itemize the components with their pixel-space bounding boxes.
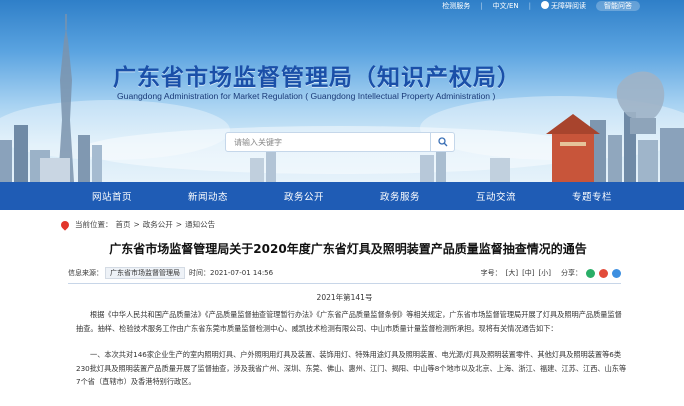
site-title: 广东省市场监督管理局（知识产权局） [113, 65, 521, 91]
breadcrumb-separator: > [175, 220, 183, 229]
top-link-language[interactable]: 中文/EN [493, 1, 519, 11]
article-paragraph-2: 一、本次共对146家企业生产的室内照明灯具、户外照明用灯具及装置、装饰用灯、特殊… [76, 350, 627, 386]
document-number: 2021年第141号 [316, 293, 373, 302]
topbar-separator: | [528, 1, 531, 10]
breadcrumb: 当前位置： 首页 > 政务公开 > 通知公告 [59, 218, 215, 231]
nav-item-news[interactable]: 新闻动态 [160, 189, 256, 203]
nav-item-services[interactable]: 政务服务 [352, 189, 448, 203]
source-value: 广东省市场监督管理局 [105, 267, 185, 279]
location-pin-icon [59, 218, 71, 231]
breadcrumb-home[interactable]: 首页 [116, 219, 131, 230]
breadcrumb-notices[interactable]: 通知公告 [185, 219, 215, 230]
nav-item-home[interactable]: 网站首页 [64, 189, 160, 203]
nav-item-gov-affairs[interactable]: 政务公开 [256, 189, 352, 203]
breadcrumb-label: 当前位置： [75, 220, 113, 229]
share-label: 分享： [561, 269, 582, 277]
nav-item-topics[interactable]: 专题专栏 [544, 189, 640, 203]
top-utility-bar: 检测服务 | 中文/EN | 无障碍阅读 智能问答 [0, 0, 684, 11]
nav-item-interaction[interactable]: 互动交流 [448, 189, 544, 203]
top-link-qa[interactable]: 智能问答 [596, 0, 640, 11]
search-icon [437, 137, 447, 147]
top-link-inspection[interactable]: 检测服务 [442, 1, 470, 11]
article-tools: 字号： [大] [中] [小] 分享： [481, 268, 621, 278]
weibo-share-icon[interactable] [599, 268, 608, 278]
accessibility-label: 无障碍阅读 [551, 1, 586, 10]
time-value: 2021-07-01 14:56 [210, 269, 274, 277]
font-size-label: 字号： [480, 269, 502, 277]
font-size-large[interactable]: [大] [506, 268, 518, 278]
site-title-en: Guangdong Administration for Market Regu… [117, 91, 496, 101]
article-paragraph-1: 根据《中华人民共和国产品质量法》《产品质量监督抽查管理暂行办法》《广东省产品质量… [76, 310, 622, 333]
accessibility-icon [541, 0, 549, 9]
breadcrumb-separator: > [133, 220, 140, 229]
article-meta: 信息来源： 广东省市场监督管理局 时间： 2021-07-01 14:56 字号… [68, 266, 621, 280]
font-size-medium[interactable]: [中] [522, 268, 534, 278]
header-banner: 检测服务 | 中文/EN | 无障碍阅读 智能问答 广东省市场监督管理局（知识产… [0, 0, 684, 182]
time-label: 时间： [189, 269, 210, 277]
article-title: 广东省市场监督管理局关于2020年度广东省灯具及照明装置产品质量监督抽查情况的通… [109, 242, 587, 256]
qzone-share-icon[interactable] [612, 268, 621, 278]
meta-divider [68, 283, 621, 284]
top-link-accessibility[interactable]: 无障碍阅读 [541, 0, 586, 11]
topbar-separator: | [480, 1, 483, 10]
breadcrumb-gov-affairs[interactable]: 政务公开 [143, 219, 173, 230]
source-label: 信息来源： [68, 269, 103, 277]
wechat-share-icon[interactable] [586, 268, 595, 278]
search-input[interactable]: 请输入关键字 [225, 132, 431, 152]
main-nav: 网站首页 新闻动态 政务公开 政务服务 互动交流 专题专栏 [0, 182, 684, 210]
font-size-small[interactable]: [小] [539, 268, 551, 278]
search-button[interactable] [431, 132, 455, 152]
